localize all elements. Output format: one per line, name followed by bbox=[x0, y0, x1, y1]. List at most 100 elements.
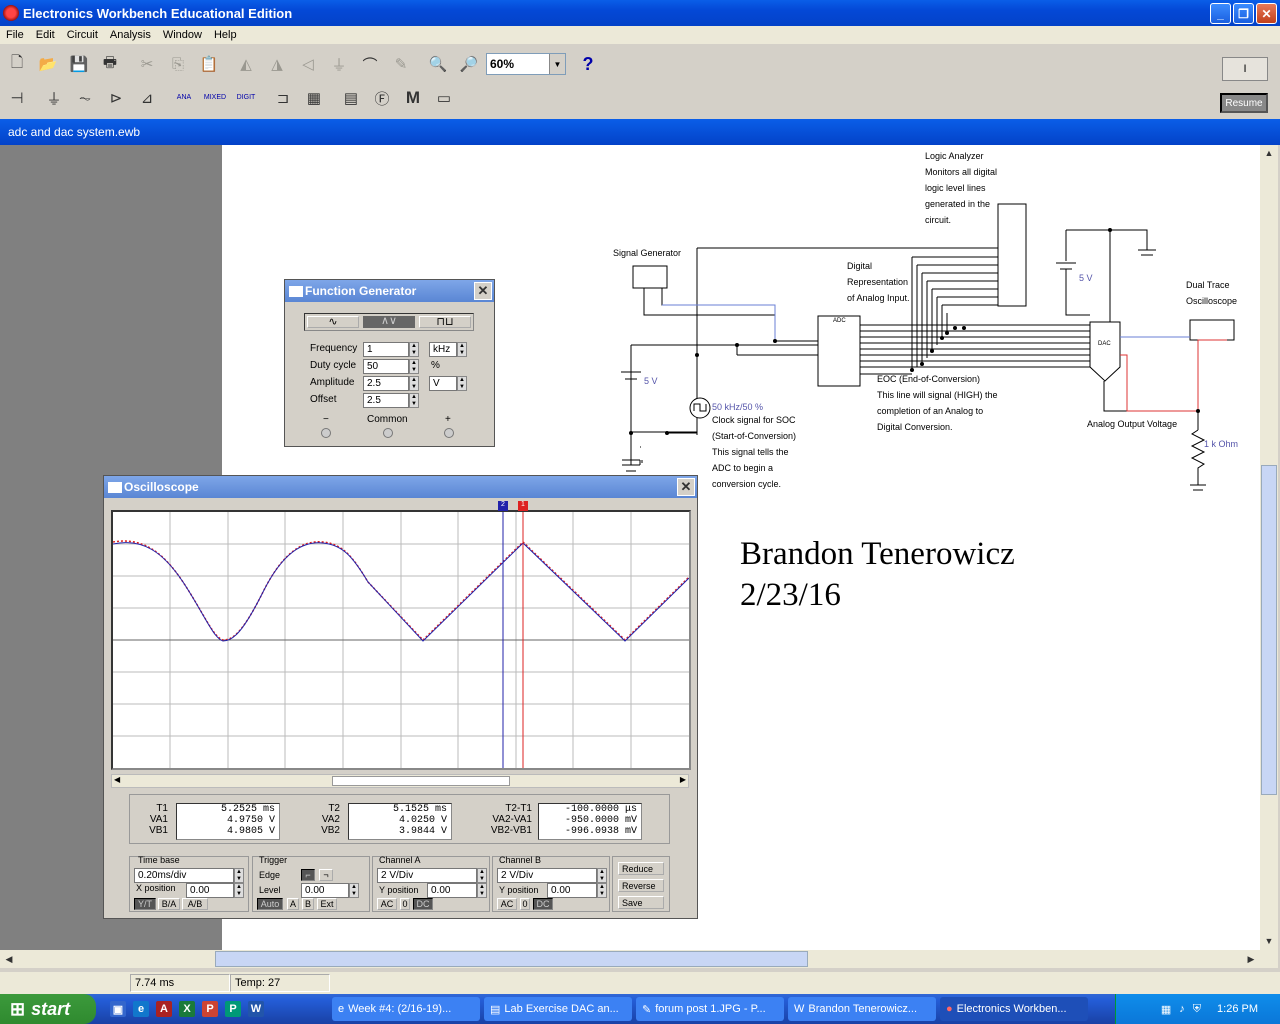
cursor-2-handle[interactable]: 2 bbox=[498, 501, 508, 511]
plus-terminal[interactable] bbox=[444, 428, 454, 438]
close-icon[interactable]: ✕ bbox=[677, 478, 695, 496]
chevron-down-icon[interactable]: ▼ bbox=[549, 54, 565, 74]
publisher-icon[interactable]: P bbox=[225, 1001, 241, 1017]
reverse-button[interactable]: Reverse bbox=[618, 879, 664, 892]
frequency-unit-select[interactable]: kHz bbox=[429, 342, 457, 357]
falling-edge-icon[interactable]: ¬ bbox=[319, 869, 333, 881]
zoom-out-icon[interactable]: 🔍 bbox=[424, 50, 452, 78]
menu-edit[interactable]: Edit bbox=[30, 29, 61, 41]
oscilloscope-screen[interactable] bbox=[111, 510, 691, 770]
logic-gates-bin-icon[interactable]: ⊐ bbox=[269, 84, 297, 112]
yt-mode-button[interactable]: Y/T bbox=[134, 898, 156, 910]
indicators-bin-icon[interactable]: ▤ bbox=[337, 84, 365, 112]
vertical-scrollbar[interactable]: ▲ ▼ bbox=[1260, 145, 1278, 950]
channel-a-scale-input[interactable]: 2 V/Div bbox=[377, 868, 477, 883]
save-icon[interactable]: 💾 bbox=[65, 50, 93, 78]
trigger-level-stepper[interactable]: ▲ ▼ bbox=[349, 883, 359, 898]
sine-wave-icon[interactable]: ∿ bbox=[307, 316, 359, 328]
volume-icon[interactable]: ♪ bbox=[1179, 1003, 1185, 1015]
basic-bin-icon[interactable]: ⏦ bbox=[71, 84, 99, 112]
scope-scrollbar[interactable]: ◀ ▶ bbox=[111, 774, 689, 788]
rising-edge-icon[interactable]: ⌐ bbox=[301, 869, 315, 881]
channel-a-ac-button[interactable]: AC bbox=[377, 898, 397, 910]
x-position-input[interactable]: 0.00 bbox=[186, 883, 234, 898]
offset-input[interactable]: 2.5 bbox=[363, 393, 409, 408]
task-browser[interactable]: e Week #4: (2/16-19)... bbox=[332, 997, 480, 1021]
analog-ics-bin[interactable]: ANA bbox=[170, 84, 198, 112]
new-file-icon[interactable]: 🗋 bbox=[3, 50, 31, 78]
start-button[interactable]: ⊞ start bbox=[0, 994, 96, 1024]
maximize-button[interactable]: ❐ bbox=[1233, 3, 1254, 24]
offset-stepper[interactable]: ▲ ▼ bbox=[409, 393, 419, 408]
ba-mode-button[interactable]: B/A bbox=[158, 898, 180, 910]
channel-b-ac-button[interactable]: AC bbox=[497, 898, 517, 910]
channel-a-ypos-input[interactable]: 0.00 bbox=[427, 883, 477, 898]
trigger-auto-button[interactable]: Auto bbox=[257, 898, 283, 910]
zoom-in-icon[interactable]: 🔎 bbox=[455, 50, 483, 78]
diodes-bin-icon[interactable]: ⊳ bbox=[102, 84, 130, 112]
description-icon[interactable]: ✎ bbox=[387, 50, 415, 78]
cursor-1-handle[interactable]: 1 bbox=[518, 501, 528, 511]
close-button[interactable]: ✕ bbox=[1256, 3, 1277, 24]
flip-vertical-icon[interactable]: ◁ bbox=[294, 50, 322, 78]
copy-icon[interactable]: ⎘ bbox=[164, 50, 192, 78]
frequency-input[interactable]: 1 bbox=[363, 342, 409, 357]
task-ewb[interactable]: ● Electronics Workben... bbox=[940, 997, 1088, 1021]
menu-help[interactable]: Help bbox=[208, 29, 243, 41]
powerpoint-icon[interactable]: P bbox=[202, 1001, 218, 1017]
scroll-up-icon[interactable]: ▲ bbox=[1261, 145, 1277, 161]
frequency-unit-stepper[interactable]: ▲ ▼ bbox=[457, 342, 467, 357]
trigger-level-input[interactable]: 0.00 bbox=[301, 883, 349, 898]
channel-b-zero-button[interactable]: 0 bbox=[520, 898, 530, 910]
amplitude-unit-select[interactable]: V bbox=[429, 376, 457, 391]
channel-b-dc-button[interactable]: DC bbox=[533, 898, 553, 910]
parts-bin-toggle-icon[interactable]: ⊣ bbox=[3, 84, 31, 112]
menu-circuit[interactable]: Circuit bbox=[61, 29, 104, 41]
cut-icon[interactable]: ✂ bbox=[133, 50, 161, 78]
trigger-a-button[interactable]: A bbox=[287, 898, 299, 910]
zoom-select[interactable]: 60% ▼ bbox=[486, 53, 566, 75]
channel-a-scale-stepper[interactable]: ▲ ▼ bbox=[477, 868, 487, 883]
channel-a-zero-button[interactable]: 0 bbox=[400, 898, 410, 910]
channel-b-scale-input[interactable]: 2 V/Div bbox=[497, 868, 597, 883]
network-icon[interactable]: ▦ bbox=[1161, 1003, 1171, 1016]
open-folder-icon[interactable]: 📂 bbox=[34, 50, 62, 78]
menu-file[interactable]: File bbox=[0, 29, 30, 41]
channel-a-dc-button[interactable]: DC bbox=[413, 898, 433, 910]
save-button[interactable]: Save bbox=[618, 896, 664, 909]
security-icon[interactable]: ⛨ bbox=[1193, 1003, 1201, 1016]
square-wave-icon[interactable]: ⊓⊔ bbox=[419, 316, 471, 328]
trigger-ext-button[interactable]: Ext bbox=[317, 898, 337, 910]
power-switch[interactable]: I bbox=[1222, 57, 1268, 81]
graph-icon[interactable]: ⌒ bbox=[356, 50, 384, 78]
miscellaneous-bin[interactable]: M bbox=[399, 84, 427, 112]
ab-mode-button[interactable]: A/B bbox=[182, 898, 208, 910]
menu-analysis[interactable]: Analysis bbox=[104, 29, 157, 41]
component-properties-icon[interactable]: ⏚ bbox=[325, 50, 353, 78]
frequency-stepper[interactable]: ▲ ▼ bbox=[409, 342, 419, 357]
desktop-icon[interactable]: ▣ bbox=[110, 1001, 126, 1017]
scroll-right-icon[interactable]: ▶ bbox=[680, 775, 686, 784]
channel-b-ypos-stepper[interactable]: ▲ ▼ bbox=[597, 883, 607, 898]
amplitude-unit-stepper[interactable]: ▲ ▼ bbox=[457, 376, 467, 391]
triangle-wave-icon[interactable]: ∧∨ bbox=[363, 316, 415, 328]
scroll-right-icon[interactable]: ▶ bbox=[1243, 951, 1259, 967]
duty-cycle-stepper[interactable]: ▲ ▼ bbox=[409, 359, 419, 374]
scope-scroll-thumb[interactable] bbox=[332, 776, 510, 786]
transistors-bin-icon[interactable]: ⊿ bbox=[133, 84, 161, 112]
channel-b-scale-stepper[interactable]: ▲ ▼ bbox=[597, 868, 607, 883]
access-icon[interactable]: A bbox=[156, 1001, 172, 1017]
amplitude-input[interactable]: 2.5 bbox=[363, 376, 409, 391]
sources-bin-icon[interactable]: ⏚ bbox=[40, 84, 68, 112]
scroll-left-icon[interactable]: ◀ bbox=[1, 951, 17, 967]
channel-b-ypos-input[interactable]: 0.00 bbox=[547, 883, 597, 898]
task-pdf[interactable]: ▤ Lab Exercise DAC an... bbox=[484, 997, 632, 1021]
task-paint[interactable]: ✎ forum post 1.JPG - P... bbox=[636, 997, 784, 1021]
mixed-ics-bin[interactable]: MIXED bbox=[201, 84, 229, 112]
horizontal-scrollbar[interactable]: ◀ ▶ bbox=[0, 950, 1278, 968]
minus-terminal[interactable] bbox=[321, 428, 331, 438]
task-word[interactable]: W Brandon Tenerowicz... bbox=[788, 997, 936, 1021]
reduce-button[interactable]: Reduce bbox=[618, 862, 664, 875]
resume-button[interactable]: Resume bbox=[1220, 93, 1268, 113]
scroll-down-icon[interactable]: ▼ bbox=[1261, 933, 1277, 949]
